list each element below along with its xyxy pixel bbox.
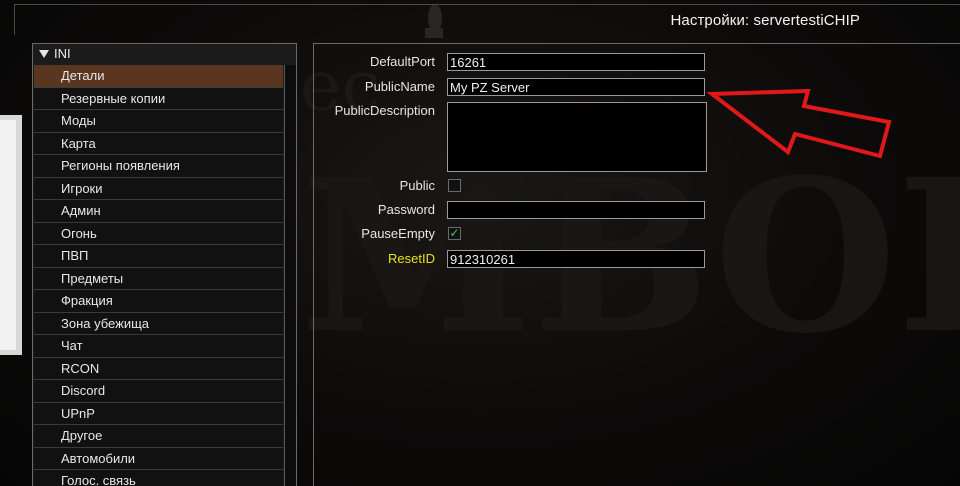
category-item[interactable]: Игроки (34, 177, 283, 200)
details-panel: DefaultPort PublicName PublicDescription… (313, 43, 960, 486)
category-item[interactable]: Резервные копии (34, 87, 283, 110)
category-item[interactable]: Зона убежища (34, 312, 283, 335)
category-item[interactable]: Карта (34, 132, 283, 155)
checkmark-icon: ✓ (449, 226, 460, 240)
public-checkbox[interactable] (448, 179, 461, 192)
category-item[interactable]: Предметы (34, 267, 283, 290)
category-item[interactable]: Голос. связь (34, 470, 283, 486)
category-item[interactable]: ПВП (34, 245, 283, 268)
category-item[interactable]: Чат (34, 335, 283, 358)
pause-empty-label: PauseEmpty (361, 226, 435, 241)
category-item[interactable]: Автомобили (34, 447, 283, 470)
default-port-field[interactable] (447, 53, 705, 71)
password-field[interactable] (447, 201, 705, 219)
public-name-label: PublicName (364, 79, 435, 94)
triangle-down-icon (39, 50, 49, 58)
password-label: Password (377, 202, 435, 217)
category-item[interactable]: Другое (34, 425, 283, 448)
window-title: Настройки: servertestiCHIP (670, 12, 860, 29)
pause-empty-checkbox[interactable]: ✓ (448, 227, 461, 240)
category-item[interactable]: Регионы появления (34, 155, 283, 178)
category-item[interactable]: Детали (34, 65, 283, 88)
ini-group-header[interactable]: INI (33, 44, 296, 64)
category-item[interactable]: Админ (34, 200, 283, 223)
ini-group-label: INI (54, 46, 71, 61)
public-description-label: PublicDescription (334, 103, 435, 118)
app-window: ec MBOID Настройки: servertestiCHIP INI … (0, 0, 960, 486)
public-label: Public (399, 178, 435, 193)
reset-id-label: ResetID (388, 251, 435, 266)
category-scrollbar[interactable] (284, 65, 296, 486)
public-name-field[interactable] (447, 78, 705, 96)
category-item[interactable]: RCON (34, 357, 283, 380)
category-item[interactable]: Моды (34, 110, 283, 133)
category-list: Детали Резервные копии Моды Карта Регионы по… (34, 65, 283, 486)
settings-category-panel: INI Детали Резервные копии Моды Карта Регион… (32, 43, 297, 486)
category-item[interactable]: Огонь (34, 222, 283, 245)
category-item[interactable]: Фракция (34, 290, 283, 313)
category-item[interactable]: UPnP (34, 402, 283, 425)
default-port-label: DefaultPort (369, 54, 435, 69)
reset-id-field[interactable] (447, 250, 705, 268)
public-description-field[interactable] (447, 102, 707, 172)
category-item[interactable]: Discord (34, 380, 283, 403)
